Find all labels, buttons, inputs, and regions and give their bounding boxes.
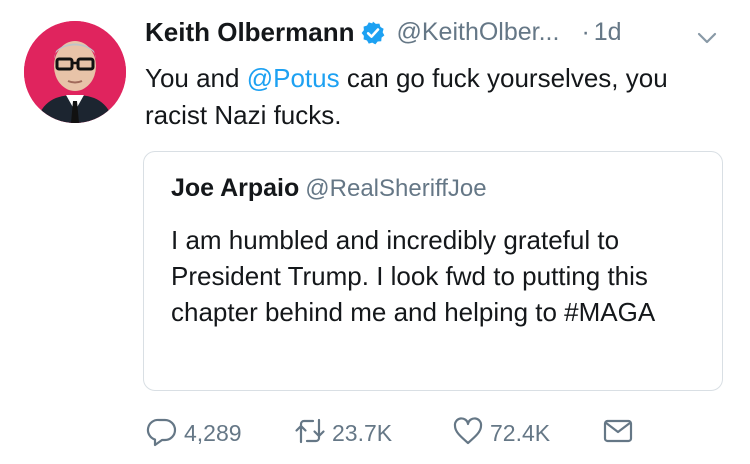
verified-icon <box>360 20 386 46</box>
quoted-tweet-text: I am humbled and incredibly grateful to … <box>171 225 656 327</box>
reply-count: 4,289 <box>184 419 242 446</box>
reply-icon <box>146 415 178 452</box>
author-handle[interactable]: @KeithOlber... <box>396 18 559 46</box>
message-button[interactable] <box>602 416 634 450</box>
tweet-text: You and @Potus can go fuck yourselves, y… <box>145 60 735 134</box>
reply-button[interactable]: 4,289 <box>146 416 242 450</box>
retweet-icon <box>294 415 326 452</box>
like-button[interactable]: 72.4K <box>452 416 550 450</box>
message-icon <box>602 415 634 452</box>
tweet-header: Keith Olbermann @KeithOlber... · 1d <box>145 17 734 57</box>
timestamp[interactable]: 1d <box>594 18 622 46</box>
separator-dot: · <box>581 18 590 46</box>
author-name[interactable]: Keith Olbermann <box>145 17 354 47</box>
quoted-tweet-header: Joe Arpaio @RealSheriffJoe <box>171 174 487 203</box>
tweet-text-before: You and <box>145 63 247 93</box>
tweet-actions: 4,289 23.7K 72.4K <box>144 416 644 450</box>
quoted-tweet[interactable]: Joe Arpaio @RealSheriffJoe I am humbled a… <box>143 151 723 391</box>
chevron-down-icon[interactable] <box>696 27 718 49</box>
retweet-count: 23.7K <box>332 419 393 446</box>
mention-link[interactable]: @Potus <box>247 63 340 93</box>
like-icon <box>452 415 484 452</box>
quoted-author-name: Joe Arpaio <box>171 174 300 202</box>
avatar[interactable] <box>24 21 126 123</box>
like-count: 72.4K <box>490 419 551 446</box>
quoted-author-handle: @RealSheriffJoe <box>305 175 487 202</box>
retweet-button[interactable]: 23.7K <box>294 416 392 450</box>
